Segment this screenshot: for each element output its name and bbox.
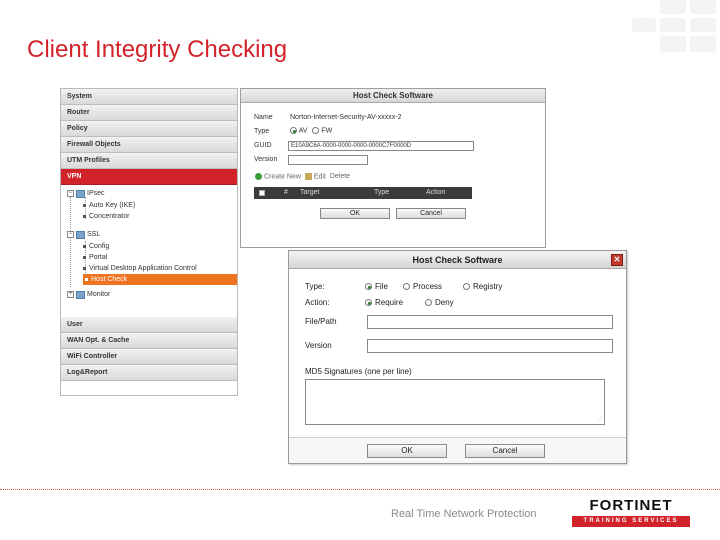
nav-item-log-report[interactable]: Log&Report [61,365,237,381]
type-av-radio[interactable] [290,127,297,134]
dialog-front-footer: OK Cancel [289,437,626,463]
md5-label: MD5 Signatures (one per line) [305,367,412,376]
navigation-panel: System Router Policy Firewall Objects UT… [60,88,238,396]
nav-item-policy[interactable]: Policy [61,121,237,137]
nav-item-vpn[interactable]: VPN [61,169,237,185]
type-process-radio[interactable] [403,283,410,290]
nav-item-router[interactable]: Router [61,105,237,121]
type-label: Type [254,128,270,135]
grid-header: # Target Type Action [254,187,472,199]
fortinet-logo: FORTINET TRAINING SERVICES [572,497,690,531]
column-action[interactable]: Action [426,187,445,199]
column-number[interactable]: # [284,187,288,199]
footer-tagline: Real Time Network Protection [391,508,537,520]
tree-node-ssl[interactable]: − SSL [67,229,100,240]
type-radio-group: AV FW [290,127,332,134]
close-icon[interactable]: ✕ [611,254,623,266]
logo-subtitle: TRAINING SERVICES [572,516,690,527]
resize-grip-icon[interactable]: ⋰ [597,416,603,423]
host-check-dialog-front: Host Check Software ✕ Type: File Process… [288,250,627,464]
nav-item-firewall-objects[interactable]: Firewall Objects [61,137,237,153]
tree-item-auto-key[interactable]: Auto Key (IKE) [83,200,135,211]
create-new-button[interactable]: Create New [264,173,301,180]
version-input[interactable] [367,339,613,353]
grid-toolbar: Create New Edit Delete [255,173,350,180]
tree-item-virtual-desktop[interactable]: Virtual Desktop Application Control [83,263,197,274]
expand-icon[interactable]: + [67,291,74,298]
ok-button[interactable]: OK [367,444,447,458]
collapse-icon[interactable]: − [67,190,74,197]
filepath-input[interactable] [367,315,613,329]
logo-wordmark: FORTINET [589,497,673,514]
vpn-tree: − IPsec Auto Key (IKE) Concentrator − SS… [61,185,237,317]
tree-node-ipsec[interactable]: − IPsec [67,188,105,199]
collapse-icon[interactable]: − [67,231,74,238]
action-require-option[interactable]: Require [365,298,403,307]
action-label: Action: [305,298,330,307]
dialog-back-ok-button[interactable]: OK [320,208,390,219]
name-label: Name [254,114,273,121]
type-registry-radio[interactable] [463,283,470,290]
ipsec-icon [76,189,85,198]
type-file-option[interactable]: File [365,282,388,291]
type-process-option[interactable]: Process [403,282,442,291]
column-type[interactable]: Type [374,187,389,199]
tree-item-host-check[interactable]: Host Check [83,274,237,285]
dialog-back-cancel-button[interactable]: Cancel [396,208,466,219]
add-icon [255,173,262,180]
guid-input[interactable]: E10A9C6A-0000-0000-0000-0000C7F0000D [288,141,474,151]
tree-item-concentrator[interactable]: Concentrator [83,211,129,222]
type-registry-option[interactable]: Registry [463,282,502,291]
nav-item-utm-profiles[interactable]: UTM Profiles [61,153,237,169]
version-label: Version [254,156,278,163]
footer-divider [0,489,720,490]
tree-item-config[interactable]: Config [83,241,109,252]
ssl-icon [76,230,85,239]
version-input[interactable] [288,155,368,165]
monitor-icon [76,290,85,299]
nav-item-wan-opt[interactable]: WAN Opt. & Cache [61,333,237,349]
delete-button[interactable]: Delete [330,173,350,180]
edit-button[interactable]: Edit [314,173,326,180]
slide-title: Client Integrity Checking [27,36,288,63]
action-deny-option[interactable]: Deny [425,298,454,307]
md5-textarea[interactable]: ⋰ [305,379,605,425]
name-value[interactable]: Norton-Internet-Security-AV-xxxxx-2 [290,114,402,121]
nav-item-wifi-controller[interactable]: WiFi Controller [61,349,237,365]
tree-item-portal[interactable]: Portal [83,252,107,263]
filepath-label: File/Path [305,317,337,326]
type-file-radio[interactable] [365,283,372,290]
tree-node-monitor[interactable]: + Monitor [67,289,110,300]
version-label: Version [305,341,332,350]
dialog-front-title-bar: Host Check Software ✕ [289,251,626,269]
type-label: Type: [305,282,325,291]
host-check-dialog-back: Host Check Software [240,88,546,248]
dialog-front-title: Host Check Software [412,255,503,265]
edit-icon [304,173,312,180]
guid-label: GUID [254,142,272,149]
action-require-radio[interactable] [365,299,372,306]
nav-item-system[interactable]: System [61,89,237,105]
cancel-button[interactable]: Cancel [465,444,545,458]
nav-item-user[interactable]: User [61,317,237,333]
decorative-squares [580,0,720,55]
column-target[interactable]: Target [300,187,319,199]
type-fw-radio[interactable] [312,127,320,134]
dialog-back-title: Host Check Software [241,89,545,103]
select-all-checkbox[interactable] [259,190,265,196]
action-deny-radio[interactable] [425,299,432,306]
